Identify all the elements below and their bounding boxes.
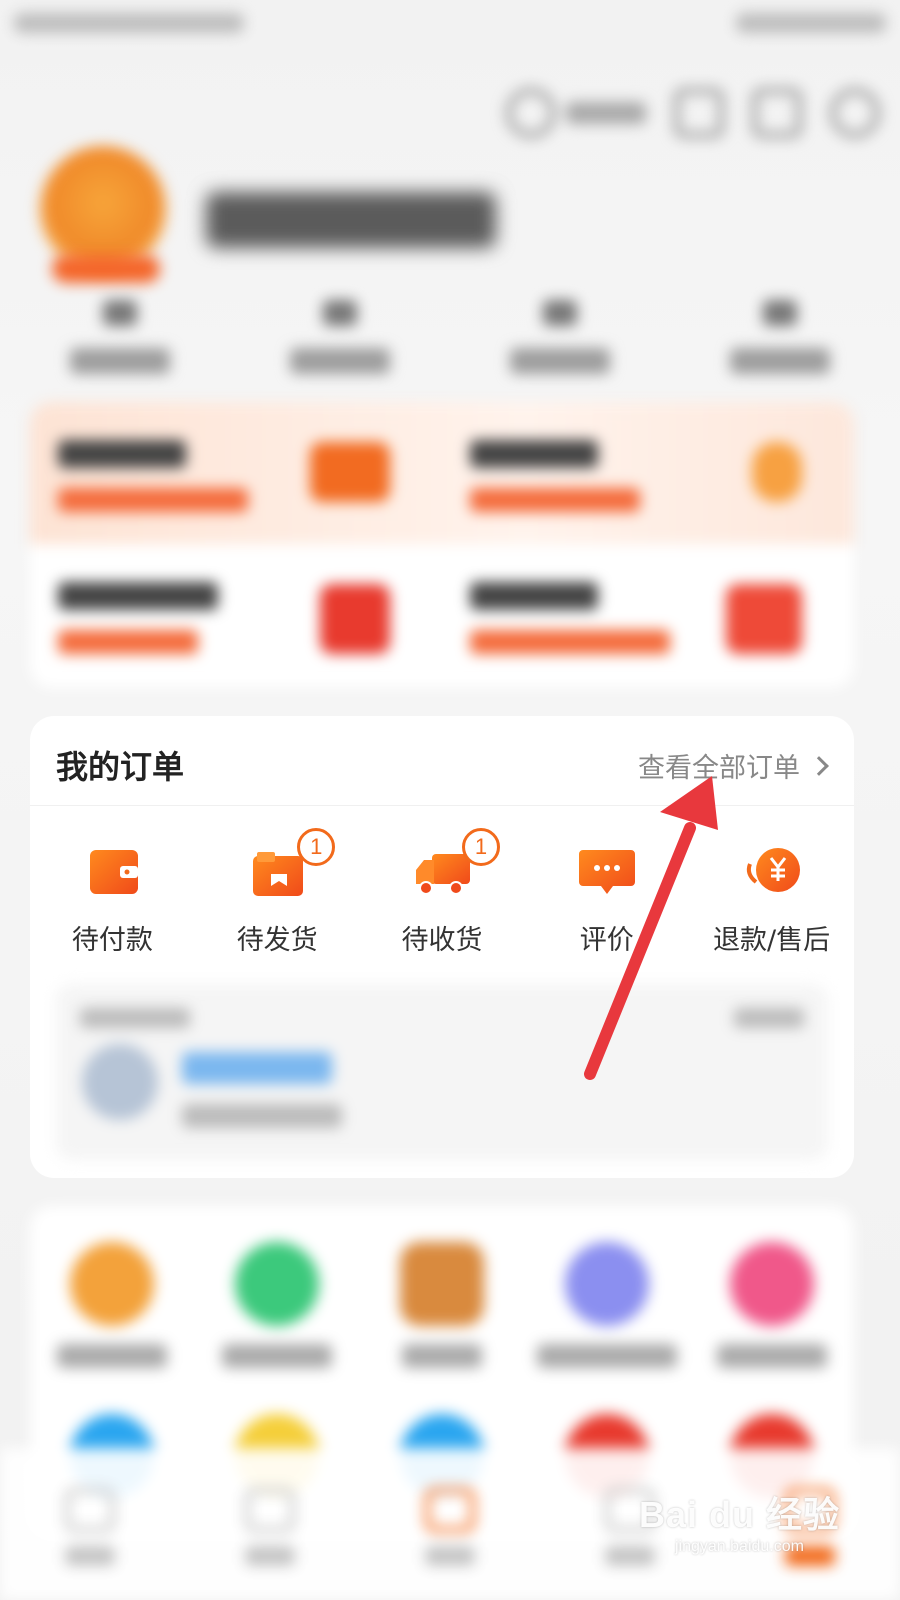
refund-yen-icon xyxy=(742,844,802,900)
header-actions xyxy=(506,88,880,138)
gear-icon xyxy=(506,88,556,138)
orders-header: 我的订单 查看全部订单 xyxy=(30,716,854,806)
order-to-ship-badge: 1 xyxy=(297,828,336,866)
stat-coupons[interactable] xyxy=(700,300,860,374)
chevron-right-icon xyxy=(809,755,829,776)
order-pending-payment[interactable]: 待付款 xyxy=(30,844,195,957)
stat-following[interactable] xyxy=(260,300,420,374)
orders-card: 我的订单 查看全部订单 待付款 1 待发货 1 待收货 评价 退款/售后 xyxy=(30,716,854,1178)
order-to-receive[interactable]: 1 待收货 xyxy=(360,828,525,957)
stats-row xyxy=(40,300,860,374)
message-icon xyxy=(425,1488,475,1532)
status-bar xyxy=(14,8,886,38)
tab-home[interactable] xyxy=(30,1488,150,1600)
service-item[interactable] xyxy=(367,1242,517,1368)
order-to-receive-badge: 1 xyxy=(461,828,500,866)
settings-shortcut[interactable] xyxy=(506,88,646,138)
order-refund-aftersale-label: 退款/售后 xyxy=(713,925,831,956)
service-item[interactable] xyxy=(37,1242,187,1368)
order-to-ship-label: 待发货 xyxy=(236,925,318,956)
message-icon[interactable] xyxy=(752,88,802,138)
service-item[interactable] xyxy=(202,1242,352,1368)
avatar[interactable] xyxy=(40,146,166,272)
baidu-jingyan-watermark: Bai du 经验 jingyan.baidu.com xyxy=(639,1486,840,1556)
watermark-sub: jingyan.baidu.com xyxy=(675,1538,804,1555)
tab-messages[interactable] xyxy=(390,1488,510,1600)
promo-card xyxy=(30,402,854,688)
orders-title: 我的订单 xyxy=(56,748,185,786)
order-to-ship[interactable]: 1 待发货 xyxy=(195,828,360,957)
promo-redpacket[interactable] xyxy=(30,544,430,684)
video-icon xyxy=(245,1488,295,1532)
view-all-orders-link[interactable]: 查看全部订单 xyxy=(638,746,829,785)
order-pending-payment-label: 待付款 xyxy=(71,925,153,956)
order-refund-aftersale[interactable]: 退款/售后 xyxy=(689,844,854,957)
recent-order-preview[interactable] xyxy=(56,984,828,1160)
service-item[interactable] xyxy=(532,1242,682,1368)
order-to-review[interactable]: 评价 xyxy=(524,844,689,957)
home-icon xyxy=(65,1488,115,1532)
watermark-main: Bai du 经验 xyxy=(638,1494,840,1535)
scan-icon[interactable] xyxy=(674,88,724,138)
nickname[interactable] xyxy=(206,192,496,248)
order-to-review-label: 评价 xyxy=(579,925,634,956)
order-status-row: 待付款 1 待发货 1 待收货 评价 退款/售后 xyxy=(30,828,854,957)
tab-video[interactable] xyxy=(210,1488,330,1600)
order-to-receive-label: 待收货 xyxy=(401,925,483,956)
service-item[interactable] xyxy=(697,1242,847,1368)
stat-footprints[interactable] xyxy=(480,300,640,374)
truck-icon: 1 xyxy=(412,828,500,900)
member-badge xyxy=(52,255,160,283)
settings-icon[interactable] xyxy=(830,88,880,138)
promo-coupon[interactable] xyxy=(442,544,842,684)
promo-member-center[interactable] xyxy=(30,402,430,542)
chat-icon xyxy=(577,844,637,900)
promo-points[interactable] xyxy=(442,402,842,542)
stat-favorites[interactable] xyxy=(40,300,200,374)
view-all-label: 查看全部订单 xyxy=(638,753,800,784)
box-icon: 1 xyxy=(247,828,336,900)
wallet-icon xyxy=(82,844,142,900)
